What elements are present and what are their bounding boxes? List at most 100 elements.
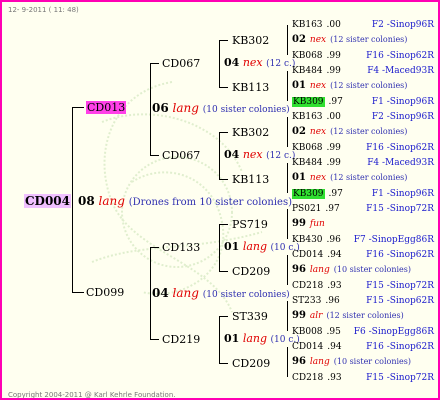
leaf-row[interactable]: CD014.94 — [292, 341, 342, 353]
leaf-strain: nex — [309, 35, 327, 46]
connector-line — [219, 87, 228, 88]
ggp-node[interactable]: CD209 — [232, 358, 270, 370]
leaf-row[interactable]: ST233.96 — [292, 295, 340, 307]
leaf-note: (10 sister colonies) — [333, 357, 412, 367]
leaf-note: (12 sister colonies) — [330, 173, 408, 183]
leaf-origin: F15 -Sinop72R — [366, 280, 434, 291]
gp-info-3: 01 lang (10 c.) — [224, 241, 300, 254]
ggp-node[interactable]: CD209 — [232, 266, 270, 278]
connector-line — [72, 107, 84, 108]
leaf-code: KB309 — [292, 188, 325, 199]
gp-gen-1: 04 — [224, 56, 240, 69]
leaf-value: .96 — [326, 234, 341, 245]
leaf-origin: F4 -Maced93R — [367, 158, 434, 168]
parent-gen-1: 06 — [152, 101, 169, 115]
gp-strain-3: lang — [242, 240, 268, 253]
gp-gen-2: 04 — [224, 148, 240, 161]
leaf-row[interactable]: 96 lang (10 sister colonies) — [292, 264, 411, 276]
copyright: Copyright 2004-2011 @ Karl Kehrle Founda… — [8, 391, 176, 399]
parent-node-1[interactable]: CD013 — [86, 101, 127, 114]
gp-node-4[interactable]: CD219 — [162, 334, 200, 346]
connector-line — [287, 117, 288, 147]
leaf-row[interactable]: KB008.95 — [292, 326, 341, 338]
leaf-row[interactable]: 99 fun — [292, 218, 329, 230]
gp-node-3[interactable]: CD133 — [162, 242, 200, 254]
connector-line — [219, 271, 228, 272]
ggp-node[interactable]: KB302 — [232, 127, 269, 139]
connector-line — [219, 316, 228, 317]
connector-line — [219, 132, 220, 179]
leaf-origin: F4 -Maced93R — [367, 66, 434, 76]
leaf-strain: nex — [309, 81, 327, 92]
leaf-row[interactable]: 01 nex (12 sister colonies) — [292, 172, 407, 184]
parent-info-1: 06 lang (10 sister colonies) — [152, 102, 290, 116]
leaf-code: CD218 — [292, 280, 324, 291]
parent-note-2: (10 sister colonies) — [202, 290, 290, 300]
leaf-code: KB484 — [292, 158, 323, 168]
leaf-row[interactable]: PS021.97 — [292, 203, 340, 215]
parent-code-2: CD099 — [86, 286, 125, 299]
ggp-node[interactable]: KB113 — [232, 174, 269, 186]
connector-line — [219, 316, 220, 363]
leaf-row[interactable]: CD218.93 — [292, 280, 342, 292]
leaf-origin: F1 -Sinop96R — [371, 96, 434, 107]
connector-line — [219, 40, 220, 87]
leaf-row[interactable]: KB309.97 — [292, 188, 343, 200]
ggp-node[interactable]: KB302 — [232, 35, 269, 47]
ggp-node[interactable]: PS719 — [232, 219, 268, 231]
leaf-row[interactable]: 96 lang (10 sister colonies) — [292, 356, 411, 368]
leaf-row[interactable]: 99 alr (12 sister colonies) — [292, 310, 404, 322]
leaf-row[interactable]: KB068.99 — [292, 142, 341, 154]
gp-strain-2: nex — [242, 148, 263, 161]
gp-node-2[interactable]: CD067 — [162, 150, 200, 162]
leaf-origin: F16 -Sinop62R — [366, 341, 434, 352]
leaf-row[interactable]: KB163.00 — [292, 111, 341, 123]
leaf-row[interactable]: 02 nex (12 sister colonies) — [292, 126, 407, 138]
leaf-code: CD014 — [292, 341, 324, 352]
connector-line — [72, 107, 73, 293]
leaf-row[interactable]: KB068.99 — [292, 50, 341, 62]
leaf-gen: 96 — [292, 264, 306, 276]
leaf-code: KB484 — [292, 66, 323, 76]
leaf-value: .99 — [326, 158, 341, 168]
leaf-code: KB163 — [292, 112, 323, 122]
leaf-row[interactable]: KB430.96 — [292, 234, 341, 246]
leaf-code: KB430 — [292, 234, 323, 245]
root-strain: lang — [98, 194, 125, 208]
leaf-gen: 02 — [292, 34, 306, 46]
ggp-node[interactable]: ST339 — [232, 311, 268, 323]
connector-line — [72, 292, 84, 293]
leaf-origin: F1 -Sinop96R — [371, 188, 434, 199]
leaf-note: (12 sister colonies) — [330, 81, 408, 91]
leaf-code: KB068 — [292, 50, 323, 61]
connector-line — [150, 247, 151, 339]
leaf-code: KB008 — [292, 326, 323, 337]
connector-line — [219, 132, 228, 133]
leaf-row[interactable]: CD014.94 — [292, 249, 342, 261]
leaf-strain: fun — [309, 219, 325, 230]
parent-node-2[interactable]: CD099 — [86, 287, 124, 299]
leaf-value: .97 — [325, 204, 340, 214]
ggp-node[interactable]: KB113 — [232, 82, 269, 94]
leaf-value: .94 — [327, 341, 342, 352]
leaf-origin: F2 -Sinop96R — [371, 20, 434, 30]
leaf-value: .96 — [325, 295, 340, 306]
leaf-gen: 01 — [292, 172, 306, 184]
leaf-value: .00 — [326, 112, 341, 122]
gp-strain-1: nex — [242, 56, 263, 69]
gp-gen-3: 01 — [224, 240, 240, 253]
parent-gen-2: 04 — [152, 286, 169, 300]
connector-line — [287, 71, 288, 101]
leaf-row[interactable]: KB484.99 — [292, 65, 341, 77]
leaf-row[interactable]: KB309.97 — [292, 96, 343, 108]
root-node[interactable]: CD004 — [24, 194, 72, 208]
root-note: (Drones from 10 sister colonies) — [128, 197, 293, 208]
gp-node-1[interactable]: CD067 — [162, 58, 200, 70]
leaf-value: .93 — [327, 280, 342, 291]
leaf-row[interactable]: CD218.93 — [292, 372, 342, 384]
print-date: 12- 9-2011 ( 11: 48) — [8, 6, 79, 14]
leaf-row[interactable]: KB484.99 — [292, 157, 341, 169]
leaf-row[interactable]: 01 nex (12 sister colonies) — [292, 80, 407, 92]
leaf-row[interactable]: KB163.00 — [292, 19, 341, 31]
leaf-row[interactable]: 02 nex (12 sister colonies) — [292, 34, 407, 46]
